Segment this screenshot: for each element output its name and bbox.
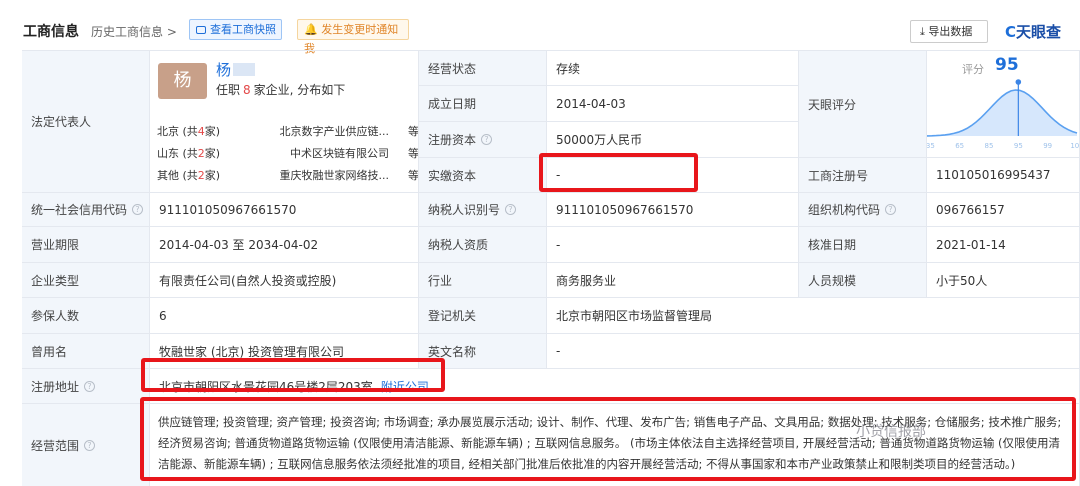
- taxpayer-qual-value: -: [547, 227, 799, 263]
- former-name-label: 曾用名: [22, 334, 150, 369]
- taxpayer-qual-label: 纳税人资质: [419, 227, 547, 263]
- notify-change-button[interactable]: 🔔 发生变更时通知我: [297, 19, 409, 55]
- authority-value: 北京市朝阳区市场监督管理局: [547, 298, 1080, 334]
- taxpayer-id-label: 纳税人识别号?: [419, 193, 547, 227]
- highlight-paid-capital: [539, 153, 698, 192]
- legal-rep-name[interactable]: 杨: [216, 59, 256, 80]
- insured-label: 参保人数: [22, 298, 150, 334]
- view-snapshot-button[interactable]: 查看工商快照: [189, 19, 282, 40]
- term-label: 营业期限: [22, 227, 150, 263]
- score-word: 评分: [962, 63, 984, 76]
- help-icon[interactable]: ?: [132, 204, 144, 215]
- camera-icon: [196, 26, 206, 34]
- highlight-scope: [140, 397, 1076, 481]
- score-value: 95: [995, 55, 1019, 75]
- watermark: 小贷信报部: [856, 424, 926, 440]
- legal-rep-company-count: 任职 8 家企业, 分布如下: [216, 83, 346, 97]
- score-tick-label: 35: [927, 142, 935, 150]
- credit-code-label: 统一社会信用代码?: [22, 193, 150, 227]
- download-icon: ⤓: [920, 25, 925, 38]
- org-code-value: 096766157: [927, 193, 1080, 227]
- score-marker-dot: [1015, 79, 1022, 85]
- company-type-value: 有限责任公司(自然人投资或控股): [150, 263, 419, 298]
- highlight-address: [141, 358, 445, 392]
- region-row[interactable]: 山东 (共2家) 中术区块链有限公司等: [157, 145, 418, 161]
- score-cell[interactable]: 评分 95 015153565859599100: [927, 51, 1080, 158]
- score-label: 天眼评分: [799, 51, 927, 158]
- credit-code-value: 911101050967661570: [150, 193, 419, 227]
- help-icon[interactable]: ?: [84, 380, 96, 392]
- status-label: 经营状态: [419, 51, 547, 86]
- region-row[interactable]: 其他 (共2家) 重庆牧融世家网络技... 等: [157, 167, 418, 183]
- help-icon[interactable]: ?: [84, 439, 96, 451]
- legal-rep-label: 法定代表人: [22, 51, 150, 193]
- status-value: 存续: [547, 51, 799, 86]
- english-name-value: -: [547, 334, 1080, 369]
- score-ticks: 015153565859599100: [927, 142, 1080, 150]
- section-title: 工商信息: [23, 24, 79, 40]
- export-data-button[interactable]: ⤓ 导出数据: [910, 20, 988, 43]
- help-icon[interactable]: ?: [885, 204, 897, 215]
- company-type-label: 企业类型: [22, 263, 150, 298]
- name-blur: [233, 63, 256, 76]
- scope-label: 经营范围?: [22, 404, 150, 486]
- term-value: 2014-04-03 至 2034-04-02: [150, 227, 419, 263]
- score-tick-label: 100: [1070, 142, 1080, 150]
- help-icon[interactable]: ?: [505, 204, 517, 215]
- region-row[interactable]: 北京 (共4家) 北京数字产业供应链... 等: [157, 123, 418, 139]
- tianyancha-logo: C天眼查: [1005, 23, 1062, 41]
- taxpayer-id-value: 911101050967661570: [547, 193, 799, 227]
- industry-value: 商务服务业: [547, 263, 799, 298]
- score-distribution-chart: 015153565859599100: [927, 79, 1080, 150]
- staff-size-value: 小于50人: [927, 263, 1080, 298]
- history-info-link[interactable]: 历史工商信息 >: [91, 23, 177, 40]
- capital-label: 注册资本?: [419, 122, 547, 158]
- section-header: 工商信息 历史工商信息 > 查看工商快照 🔔 发生变更时通知我 ⤓ 导出数据 C…: [0, 0, 1080, 55]
- paid-capital-label: 实缴资本: [419, 158, 547, 193]
- founded-value: 2014-04-03: [547, 86, 799, 122]
- bell-icon: 🔔: [304, 23, 318, 36]
- address-label: 注册地址?: [22, 369, 150, 404]
- regno-value: 110105016995437: [927, 158, 1080, 193]
- help-icon[interactable]: ?: [481, 134, 493, 145]
- score-tick-label: 65: [955, 142, 964, 150]
- regno-label: 工商注册号: [799, 158, 927, 193]
- score-tick-label: 99: [1043, 142, 1052, 150]
- approve-date-label: 核准日期: [799, 227, 927, 263]
- founded-label: 成立日期: [419, 86, 547, 122]
- score-tick-label: 85: [985, 142, 994, 150]
- approve-date-value: 2021-01-14: [927, 227, 1080, 263]
- logo-icon: C: [1005, 23, 1017, 41]
- legal-rep-cell: 杨 杨 任职 8 家企业, 分布如下 北京 (共4家) 北京数字产业供应链... 等 山…: [150, 51, 419, 193]
- authority-label: 登记机关: [419, 298, 547, 334]
- insured-value: 6: [150, 298, 419, 334]
- org-code-label: 组织机构代码?: [799, 193, 927, 227]
- score-tick-label: 95: [1014, 142, 1023, 150]
- industry-label: 行业: [419, 263, 547, 298]
- avatar[interactable]: 杨: [158, 63, 207, 99]
- staff-size-label: 人员规模: [799, 263, 927, 298]
